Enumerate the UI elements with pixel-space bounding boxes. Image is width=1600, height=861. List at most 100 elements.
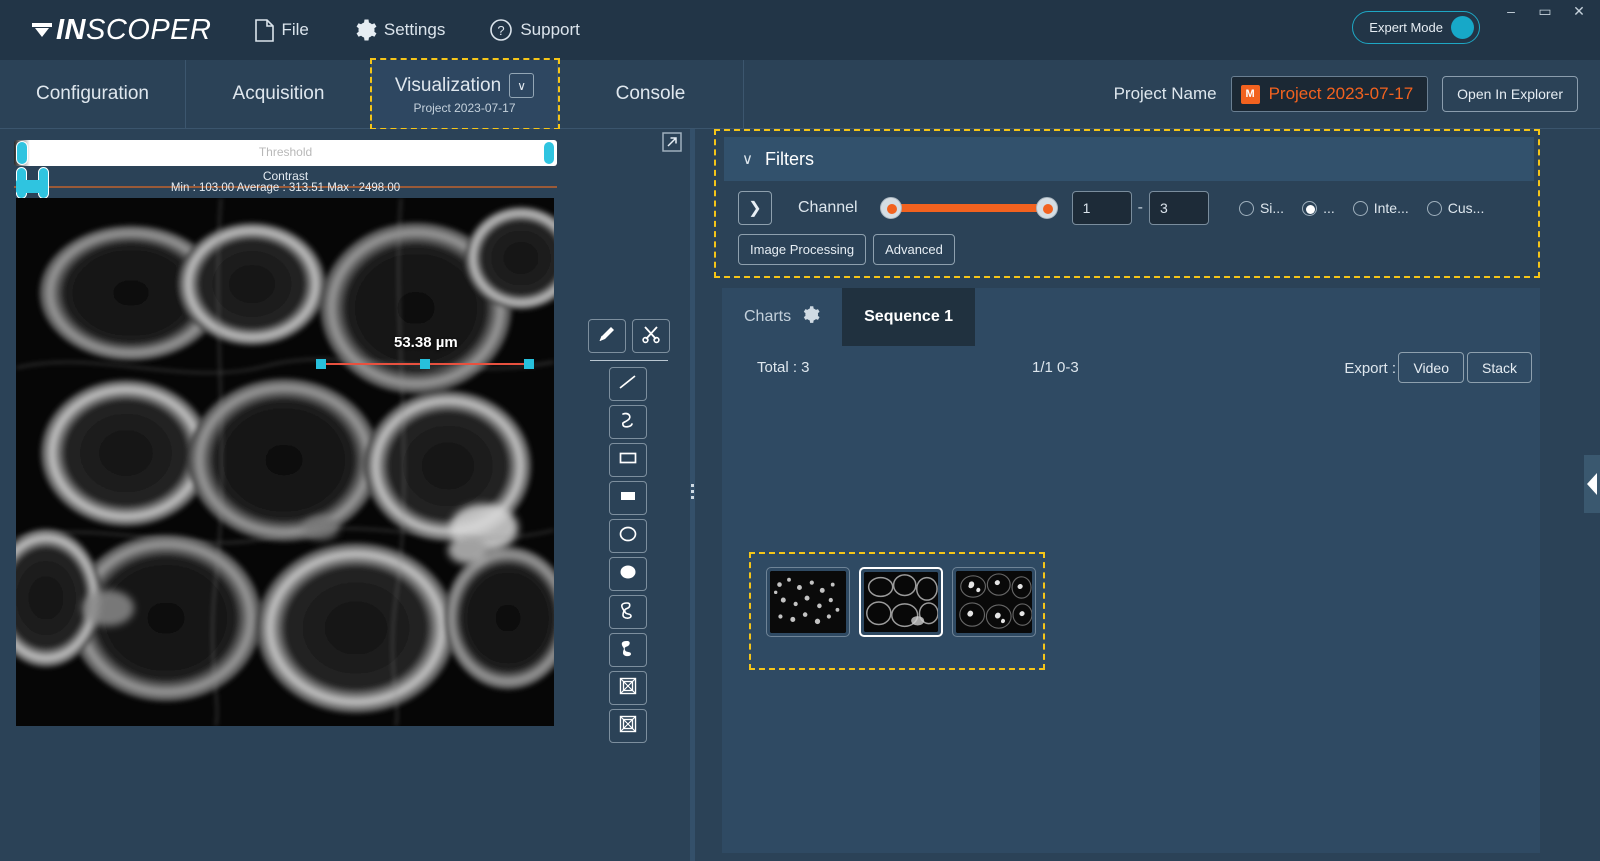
title-bar: IN SCOPER File Settings ? Support Expert … [0,0,1600,60]
tab-sequence-1-label: Sequence 1 [864,308,954,325]
chevron-down-icon[interactable]: ∨ [509,73,535,98]
tab-visualization-subtitle: Project 2023-07-17 [413,101,516,115]
panel-splitter[interactable] [690,129,695,861]
measurement-handle-end[interactable] [524,359,534,369]
menu-settings[interactable]: Settings [353,18,445,42]
tab-sequence-1[interactable]: Sequence 1 [842,288,976,346]
line-tool[interactable] [609,367,647,401]
project-name-field[interactable]: M Project 2023-07-17 [1230,76,1429,112]
tab-charts-label: Charts [744,308,792,325]
sequence-range: 1/1 0-3 [1032,359,1079,376]
measurement-annotation[interactable]: 53.38 µm [316,334,536,374]
tab-console-label: Console [615,83,686,104]
ellipse-filled-tool[interactable] [609,557,647,591]
tab-configuration-label: Configuration [35,83,150,104]
channel-max-input[interactable]: 3 [1148,191,1209,225]
channel-row: ❯ Channel 1 - 3 Si... ... Inte... Cus... [724,183,1534,225]
blob-outline-icon [617,600,639,625]
radio-option-3-label: Inte... [1373,200,1409,216]
logo-mark-icon [32,20,54,40]
radio-option-3[interactable]: Inte... [1352,200,1409,216]
polygon-outline-tool[interactable] [609,595,647,629]
thumbnail-1[interactable] [766,567,850,637]
freehand-tool[interactable] [609,405,647,439]
polygon-filled-tool[interactable] [609,633,647,667]
splitter-grip[interactable] [691,484,694,499]
file-icon [255,18,275,42]
export-video-button[interactable]: Video [1398,352,1464,383]
channel-range-slider[interactable] [879,197,1058,219]
tab-configuration[interactable]: Configuration [0,60,186,128]
tab-console[interactable]: Console [558,60,744,128]
radio-option-4-label: Cus... [1447,200,1485,216]
image-processing-button[interactable]: Image Processing [738,234,867,265]
channel-slider-handle-min[interactable] [879,197,902,219]
squiggle-icon [617,410,639,435]
pencil-tool[interactable] [588,319,626,353]
circle-outline-icon [617,524,639,549]
rectangle-filled-tool[interactable] [609,481,647,515]
radio-option-2[interactable]: ... [1302,200,1335,216]
thumbnail-2[interactable] [859,567,943,637]
window-minimize-button[interactable]: – [1504,4,1518,18]
sequence-panel: Charts Sequence 1 Total : 3 1/1 0-3 Expo… [722,288,1540,853]
radio-option-1[interactable]: Si... [1238,200,1285,216]
menu-file-label: File [281,20,309,39]
export-stack-button[interactable]: Stack [1466,352,1532,383]
gear-icon[interactable] [801,305,820,329]
rectangle-outline-tool[interactable] [609,443,647,477]
measurement-handle-start[interactable] [316,359,326,369]
scissors-icon [641,324,661,349]
radio-dot[interactable] [1352,200,1368,216]
channel-slider-handle-max[interactable] [1035,197,1058,219]
filter-mode-radios: Si... ... Inte... Cus... [1238,200,1485,216]
channel-slider-track[interactable] [879,204,1058,212]
expert-mode-toggle[interactable]: Expert Mode [1352,11,1480,44]
rectangle-outline-icon [617,448,639,473]
threshold-handle-high[interactable] [543,141,555,165]
radio-option-1-label: Si... [1259,200,1285,216]
tab-charts[interactable]: Charts [722,288,842,346]
open-in-explorer-button[interactable]: Open In Explorer [1442,76,1578,112]
main-navigation: Configuration Acquisition Visualization … [0,58,1600,130]
scissors-tool[interactable] [632,319,670,353]
radio-dot[interactable] [1238,200,1254,216]
popout-icon[interactable] [662,132,682,152]
crosshair-box-tool-2[interactable] [609,709,647,743]
radio-dot[interactable] [1426,200,1442,216]
ellipse-outline-tool[interactable] [609,519,647,553]
channel-range-separator: - [1137,199,1143,216]
window-maximize-button[interactable]: ▭ [1538,4,1552,18]
expert-mode-knob[interactable] [1451,16,1474,39]
menu-support[interactable]: ? Support [489,18,580,42]
threshold-slider[interactable]: Threshold [14,140,557,166]
chevron-down-icon[interactable]: ∨ [742,150,753,168]
menu-file[interactable]: File [255,18,309,42]
collapse-right-panel-handle[interactable] [1584,455,1600,513]
threshold-label: Threshold [258,145,313,159]
contrast-label: Contrast [262,169,309,183]
radio-option-4[interactable]: Cus... [1426,200,1485,216]
radio-option-2-label: ... [1323,200,1335,216]
thumbnail-3[interactable] [952,567,1036,637]
crosshair-box-tool-1[interactable] [609,671,647,705]
circle-filled-icon [617,562,639,587]
window-close-button[interactable]: ✕ [1572,4,1586,18]
measurement-handle-mid[interactable] [420,359,430,369]
filters-header[interactable]: ∨ Filters [724,137,1534,181]
logo-suffix: SCOPER [86,13,212,46]
thumbnail-strip [749,552,1045,670]
channel-min-input[interactable]: 1 [1071,191,1132,225]
gear-icon [353,18,377,42]
advanced-button[interactable]: Advanced [873,234,955,265]
image-viewer-panel: Threshold Contrast Min : 103.00 Average … [0,129,692,861]
threshold-handle-low[interactable] [16,141,28,165]
radio-dot[interactable] [1302,200,1318,216]
tab-visualization[interactable]: Visualization ∨ Project 2023-07-17 [370,58,560,130]
sequence-total: Total : 3 [757,359,810,376]
rectangle-filled-icon [617,486,639,511]
filters-body: ❯ Channel 1 - 3 Si... ... Inte... Cus...… [724,183,1534,273]
tab-acquisition[interactable]: Acquisition [186,60,372,128]
microscopy-image[interactable]: 53.38 µm [16,198,554,726]
expand-filters-button[interactable]: ❯ [738,191,772,225]
